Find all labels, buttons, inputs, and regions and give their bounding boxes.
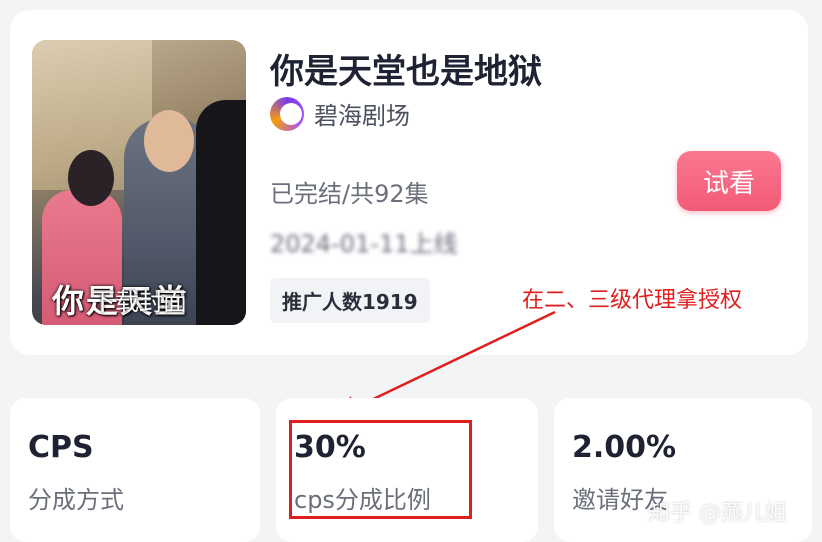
episode-status: 已完结/共92集 xyxy=(270,180,429,208)
annotation-highlight-box xyxy=(289,420,472,519)
brand-name: 碧海剧场 xyxy=(314,102,410,130)
stat-value: CPS xyxy=(28,430,94,465)
preview-button[interactable]: 试看 xyxy=(677,151,781,211)
release-date: 2024-01-11上线 xyxy=(270,230,458,258)
drama-title: 你是天堂也是地狱 xyxy=(270,52,542,92)
stat-label: 分成方式 xyxy=(28,486,124,514)
cover-figure-man-head xyxy=(144,110,194,172)
promoter-count-badge: 推广人数1919 xyxy=(270,278,430,323)
cover-figure-woman-head xyxy=(68,150,114,206)
stat-card-share-mode: CPS 分成方式 xyxy=(10,398,260,542)
stat-value: 2.00% xyxy=(572,430,677,465)
watermark: 知乎 @燕儿姐 xyxy=(648,501,787,526)
annotation-text: 在二、三级代理拿授权 xyxy=(522,288,743,313)
brand-row: 碧海剧场 xyxy=(270,96,410,131)
drama-cover-image[interactable]: 你是天堂 下载封面 xyxy=(32,40,246,325)
download-cover-button[interactable]: 下载封面 xyxy=(32,282,246,317)
brand-logo-icon xyxy=(270,96,304,131)
